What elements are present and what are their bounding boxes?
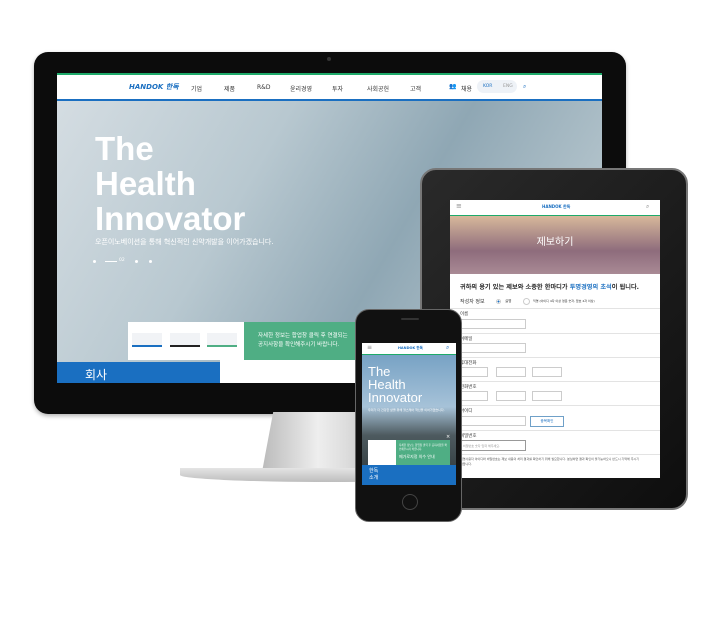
search-icon[interactable]: ⌕ [523,83,526,91]
camera [327,57,331,61]
tablet-screen: ≡ HANDOK 한독 ⌕ 제보하기 귀하의 용기 있는 제보와 소중한 한마디… [450,200,660,478]
phone-speaker [401,318,419,320]
tablet-banner: 제보하기 [450,216,660,274]
slide-number: 02 [119,258,125,263]
nav-social[interactable]: 사회공헌 [367,84,389,93]
logo[interactable]: HANDOK 한독 [129,82,179,92]
phone-notice[interactable]: 자세한 정보는 합업창 클릭 후 공지사항을 확인해주시기 바랍니다. 메가로지정… [396,440,450,465]
desktop-nav: HANDOK 한독 기업 제품 R&D 윤리경영 투자 사회공헌 고객 👥 채용… [57,73,602,101]
nav-ethics[interactable]: 윤리경영 [290,84,312,93]
phone-input-1[interactable] [460,391,488,401]
home-button[interactable] [402,494,418,510]
phone-input-2[interactable] [496,391,526,401]
notice-text: 익명사용자 아이디와 비밀번호는 제보 내용의 처리 결과를 확인하기 위해 필… [460,457,640,466]
password-input[interactable]: 비밀번호 숫자 입력 해주세요. [460,440,526,451]
lang-kor[interactable]: KOR [483,84,492,89]
divider [450,381,660,382]
mobile-input-1[interactable] [460,367,488,377]
phone-header: ≡ HANDOK 한독 ⌕ [362,343,456,355]
divider [450,333,660,334]
product-card[interactable] [128,322,244,360]
nav-invest[interactable]: 투자 [332,84,343,93]
name-input[interactable] [460,319,526,329]
nav-customer[interactable]: 고객 [410,84,421,93]
lang-eng[interactable]: ENG [503,84,513,89]
about-label: 회사 [85,368,108,382]
phone-hero-subtitle: 우리가 더 건강한 삶을 위해 헬스케어 혁신을 이어가겠습니다. [368,408,445,412]
nav-rnd[interactable]: R&D [257,84,270,91]
search-icon[interactable]: ⌕ [646,203,649,211]
divider [450,308,660,309]
divider [450,357,660,358]
radio-anon-label: 익명 (아이디 4자 이상 영문 숫자, 암호 4자 이상) [533,299,595,303]
about-section[interactable]: 회사 [57,362,220,383]
field-label: 이름 [460,312,469,317]
phone-hero-title: The Health Innovator [368,364,423,405]
nav-company[interactable]: 기업 [191,84,202,93]
slide-dot[interactable] [135,260,138,263]
field-label: 전화번호 [460,385,477,390]
field-label: 휴대전화 [460,361,477,366]
phone-input-3[interactable] [532,391,562,401]
radio-real-label: 실명 [505,299,512,303]
tablet-header: ≡ HANDOK 한독 ⌕ [450,200,660,216]
about-label: 한독 [369,468,379,474]
mobile-input-2[interactable] [496,367,526,377]
menu-icon[interactable]: ≡ [367,344,372,351]
divider [450,454,660,455]
people-icon: 👥 [449,83,457,90]
id-input[interactable] [460,416,526,426]
headline-text: 이 됩니다. [611,284,639,291]
headline: 귀하의 용기 있는 제보와 소중한 한마디가 투명경영의 초석이 됩니다. [460,282,639,291]
logo[interactable]: HANDOK 한독 [542,204,570,210]
slide-dot[interactable] [93,260,96,263]
phone-about[interactable]: 한독 소개 [362,465,456,485]
menu-icon[interactable]: ≡ [456,202,462,210]
about-label: 소개 [369,475,379,481]
product-image [207,333,237,347]
close-icon[interactable]: × [446,434,450,440]
phone-screen: ≡ HANDOK 한독 ⌕ The Health Innovator 우리가 더… [362,343,456,485]
writer-label: 작성자 정보 [460,299,485,305]
banner-title: 제보하기 [536,237,574,248]
email-input[interactable] [460,343,526,353]
divider [450,405,660,406]
slide-progress [105,261,117,262]
logo[interactable]: HANDOK 한독 [398,346,423,351]
headline-text: 귀하의 용기 있는 제보와 소중한 한마디가 [460,284,570,291]
slide-dot[interactable] [149,260,152,263]
radio-anon[interactable] [523,298,530,305]
divider [450,430,660,431]
hero-subtitle: 오픈이노베이션을 통해 혁신적인 신약개발을 이어가겠습니다. [95,238,274,246]
phone-notice-button[interactable]: 메가로지정 의수 안내 [399,454,447,460]
phone-notice-text: 자세한 정보는 합업창 클릭 후 공지사항을 확인해주시기 바랍니다. [399,444,447,451]
mobile-input-3[interactable] [532,367,562,377]
radio-real[interactable] [496,299,501,304]
headline-highlight: 투명경영의 초석 [569,284,612,291]
dup-check-button[interactable]: 중복확인 [530,416,564,427]
hero-title: The Health Innovator [95,130,246,237]
nav-products[interactable]: 제품 [224,84,235,93]
field-label: 비밀번호 [460,434,477,439]
product-image [132,333,162,347]
search-icon[interactable]: ⌕ [446,344,449,352]
recruit-link[interactable]: 채용 [461,84,472,93]
product-image [170,333,200,347]
